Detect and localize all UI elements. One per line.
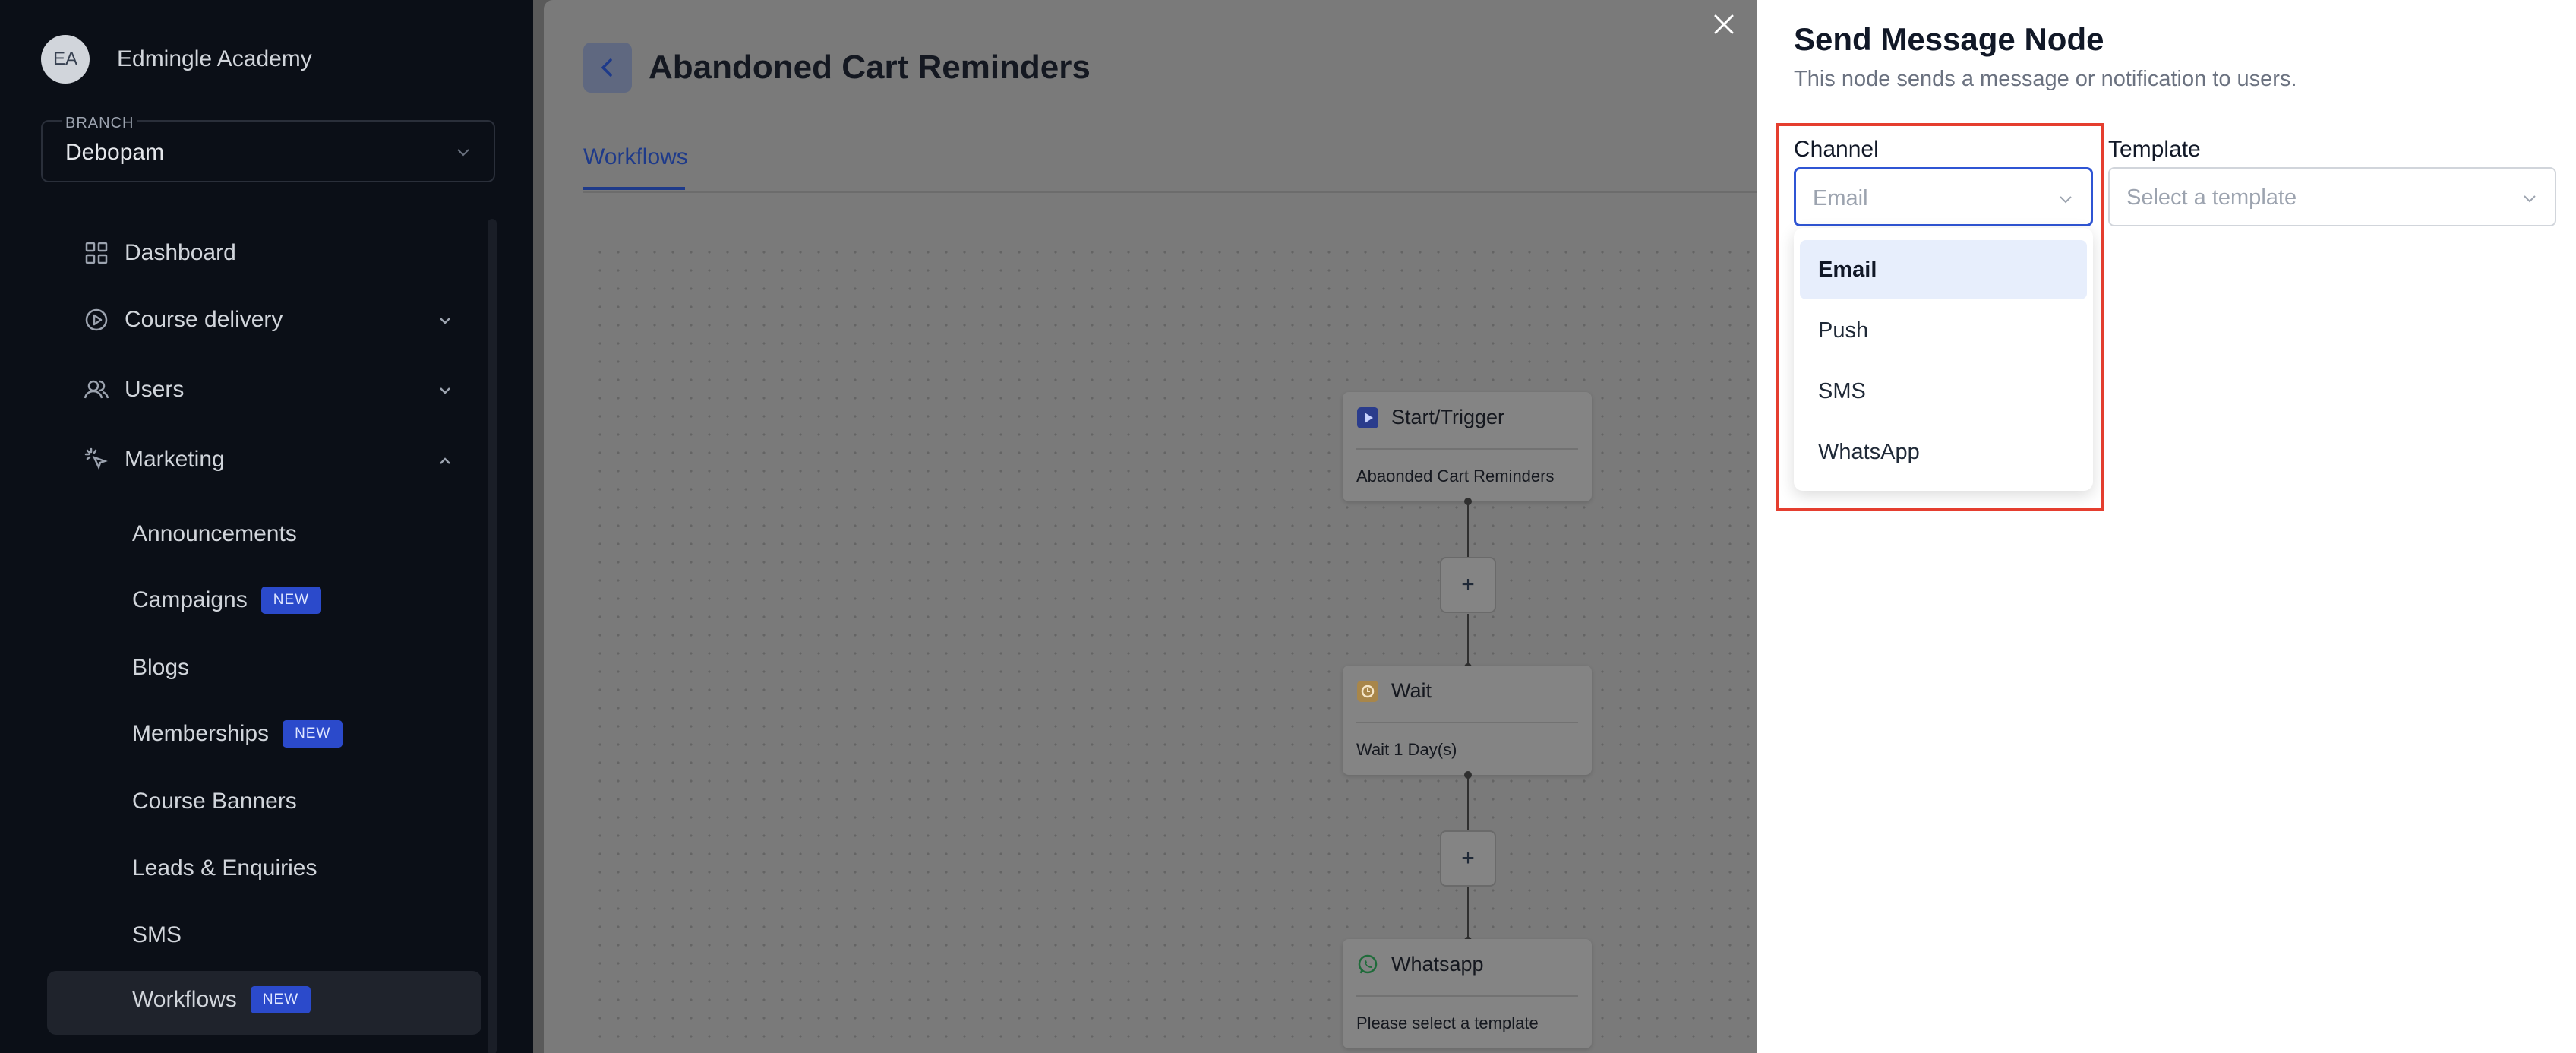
workflow-canvas[interactable]	[591, 243, 1759, 1053]
new-badge: NEW	[250, 986, 311, 1013]
panel-description: This node sends a message or notificatio…	[1794, 67, 2297, 91]
workflow-node-whatsapp[interactable]: Whatsapp Please select a template	[1343, 939, 1592, 1048]
node-divider	[1356, 722, 1578, 723]
back-button[interactable]	[583, 43, 632, 93]
sidebar-item-label: Memberships	[132, 721, 270, 746]
sidebar-item-label: Blogs	[132, 655, 190, 680]
avatar: EA	[41, 35, 90, 84]
channel-option-sms[interactable]: SMS	[1800, 362, 2087, 421]
node-title: Wait	[1391, 679, 1432, 702]
sidebar-item-leads-enquiries[interactable]: Leads & Enquiries	[132, 855, 317, 881]
sidebar-item-label: Announcements	[132, 521, 297, 546]
cursor-click-icon	[84, 447, 109, 473]
sidebar-item-course-banners[interactable]: Course Banners	[132, 789, 297, 814]
branch-select[interactable]: BRANCH Debopam	[41, 115, 495, 182]
new-badge: NEW	[283, 720, 343, 748]
panel-title: Send Message Node	[1794, 21, 2104, 57]
branch-value: Debopam	[65, 140, 165, 165]
sidebar-item-sms[interactable]: SMS	[132, 922, 182, 948]
node-subtitle: Wait 1 Day(s)	[1356, 740, 1457, 759]
add-step-button[interactable]: +	[1440, 557, 1496, 613]
node-subtitle: Please select a template	[1356, 1013, 1539, 1032]
page-title: Abandoned Cart Reminders	[649, 49, 1091, 86]
node-header: Whatsapp	[1356, 953, 1484, 976]
connector-line	[1467, 775, 1469, 836]
connector-line	[1467, 887, 1469, 941]
sidebar-item-label: Leads & Enquiries	[132, 855, 317, 881]
tab-workflows[interactable]: Workflows	[583, 144, 688, 170]
sidebar-item-label: SMS	[132, 922, 182, 947]
chevron-down-icon	[2060, 196, 2072, 204]
sidebar-item-label: Campaigns	[132, 587, 248, 612]
chevron-up-icon[interactable]	[437, 453, 453, 470]
sidebar-item-course-delivery[interactable]: Course delivery	[84, 307, 283, 333]
node-header: Wait	[1356, 679, 1432, 703]
node-title: Start/Trigger	[1391, 406, 1505, 428]
node-divider	[1356, 448, 1578, 450]
chevron-down-icon	[457, 149, 469, 157]
template-select[interactable]: Select a template	[2108, 167, 2556, 226]
sidebar-item-announcements[interactable]: Announcements	[132, 521, 297, 547]
channel-option-email[interactable]: Email	[1800, 240, 2087, 299]
template-select-placeholder: Select a template	[2126, 185, 2297, 210]
tab-underline	[583, 187, 685, 190]
channel-option-whatsapp[interactable]: WhatsApp	[1800, 422, 2087, 482]
workflow-node-wait[interactable]: Wait Wait 1 Day(s)	[1343, 666, 1592, 775]
sidebar-item-label: Dashboard	[125, 240, 236, 265]
connector-line	[1467, 614, 1469, 667]
clock-icon	[1356, 680, 1379, 703]
branch-label: BRANCH	[62, 115, 137, 132]
channel-select-value: Email	[1813, 186, 1868, 210]
sidebar-item-label: Marketing	[125, 447, 225, 472]
sidebar-item-marketing[interactable]: Marketing	[84, 447, 225, 473]
users-icon	[84, 377, 109, 403]
play-icon	[1356, 406, 1379, 429]
org-name: Edmingle Academy	[117, 46, 312, 71]
chevron-left-icon	[601, 58, 612, 77]
sidebar-item-dashboard[interactable]: Dashboard	[84, 240, 236, 266]
channel-option-push[interactable]: Push	[1800, 301, 2087, 360]
close-panel-button[interactable]	[1709, 9, 1739, 40]
channel-select[interactable]: Email	[1794, 167, 2093, 226]
send-message-node-panel: Send Message Node This node sends a mess…	[1757, 0, 2576, 1053]
template-label: Template	[2108, 137, 2201, 162]
node-title: Whatsapp	[1391, 953, 1484, 976]
sidebar-item-users[interactable]: Users	[84, 377, 184, 403]
play-circle-icon	[84, 307, 109, 333]
workflow-node-start-trigger[interactable]: Start/Trigger Abaonded Cart Reminders	[1343, 392, 1592, 501]
node-subtitle: Abaonded Cart Reminders	[1356, 466, 1555, 485]
whatsapp-icon	[1356, 953, 1379, 976]
grid-icon	[84, 240, 109, 266]
sidebar-item-workflows[interactable]: Workflows NEW	[132, 986, 311, 1013]
sidebar-item-blogs[interactable]: Blogs	[132, 655, 189, 681]
sidebar-item-label: Course delivery	[125, 307, 283, 332]
sidebar-scrollbar[interactable]	[488, 219, 497, 1053]
chevron-down-icon	[2524, 195, 2536, 203]
sidebar-item-memberships[interactable]: Memberships NEW	[132, 720, 343, 748]
new-badge: NEW	[260, 587, 322, 614]
add-step-button[interactable]: +	[1440, 830, 1496, 887]
sidebar: EA Edmingle Academy BRANCH Debopam Dashb…	[0, 0, 533, 1053]
tabs-divider	[583, 191, 1759, 193]
sidebar-item-label: Course Banners	[132, 789, 297, 814]
workflow-editor: Abandoned Cart Reminders Workflows Start…	[544, 0, 1759, 1053]
node-header: Start/Trigger	[1356, 406, 1504, 429]
channel-label: Channel	[1794, 137, 1879, 162]
sidebar-item-campaigns[interactable]: Campaigns NEW	[132, 587, 322, 614]
connector-line	[1467, 501, 1469, 562]
org-header[interactable]: EA Edmingle Academy	[41, 35, 312, 84]
chevron-down-icon[interactable]	[437, 382, 453, 399]
close-icon	[1714, 14, 1734, 34]
sidebar-item-label: Workflows	[132, 987, 237, 1012]
chevron-down-icon[interactable]	[437, 312, 453, 329]
channel-dropdown-menu: Email Push SMS WhatsApp	[1794, 228, 2093, 491]
node-divider	[1356, 995, 1578, 997]
sidebar-item-label: Users	[125, 377, 185, 402]
